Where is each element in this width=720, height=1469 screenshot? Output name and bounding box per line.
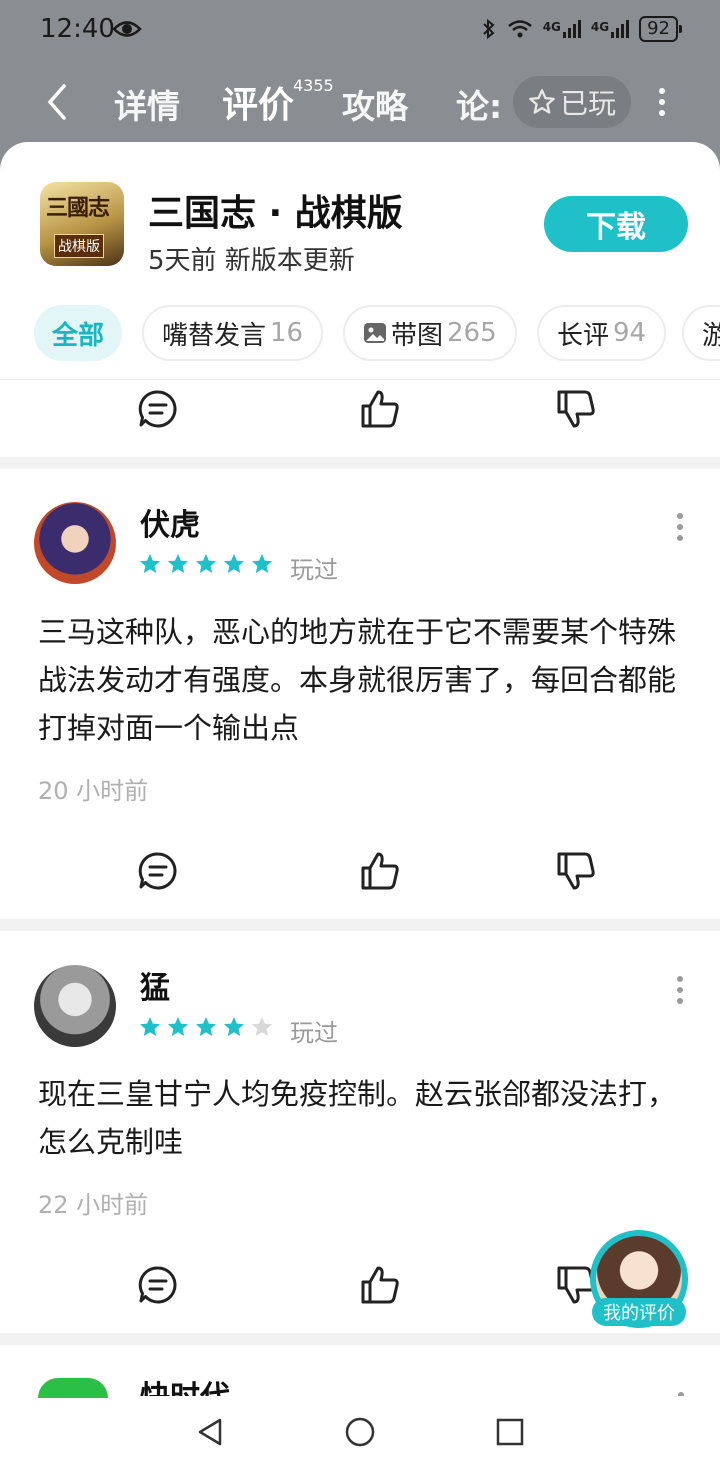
network-label-1: 4G	[542, 20, 561, 34]
filter-count: 94	[613, 318, 647, 348]
app-title: 三国志 · 战棋版	[148, 193, 403, 234]
filter-more[interactable]: 游	[682, 305, 720, 361]
review-content[interactable]: 现在三皇甘宁人均免疫控制。赵云张郃都没法打，怎么克制哇	[38, 1070, 678, 1166]
back-arrow-icon[interactable]	[42, 82, 72, 122]
tab-guides[interactable]: 攻略	[342, 80, 408, 128]
status-bar: 12:40 4G 4G 92	[0, 0, 720, 62]
more-options-icon[interactable]	[674, 512, 686, 542]
avatar[interactable]	[38, 1378, 108, 1398]
filter-with-images[interactable]: 带图 265	[343, 305, 517, 361]
review-time: 22 小时前	[38, 1191, 149, 1219]
filter-label: 嘴替发言	[162, 320, 267, 351]
battery-indicator: 92	[639, 16, 682, 42]
nav-recents-icon[interactable]	[494, 1416, 526, 1448]
star-icon	[168, 1017, 188, 1036]
played-label: 已玩	[559, 87, 616, 120]
my-review-button[interactable]: 我的评价	[590, 1230, 688, 1328]
filter-count: 265	[447, 318, 497, 348]
nav-back-icon[interactable]	[194, 1416, 226, 1448]
more-options-icon[interactable]	[674, 975, 686, 1005]
filter-label: 长评	[557, 320, 610, 351]
filter-count: 16	[270, 318, 304, 348]
thumbs-up-icon[interactable]	[359, 388, 401, 430]
tab-details[interactable]: 详情	[114, 80, 180, 128]
section-gap	[0, 1333, 720, 1345]
nav-home-icon[interactable]	[344, 1416, 376, 1448]
comment-icon[interactable]	[137, 388, 179, 430]
review-time: 20 小时前	[38, 777, 149, 805]
eye-icon	[112, 21, 142, 37]
thumbs-up-icon[interactable]	[359, 850, 401, 892]
review-content[interactable]: 三马这种队，恶心的地方就在于它不需要某个特殊战法发动才有强度。本身就很厉害了，每…	[38, 608, 678, 752]
signal-icon-2: 4G	[590, 20, 630, 38]
status-right: 4G 4G 92	[481, 16, 682, 42]
review-actions	[0, 850, 720, 900]
system-nav-bar	[0, 1398, 720, 1469]
section-gap	[0, 919, 720, 931]
star-icon	[224, 1017, 244, 1036]
comment-icon[interactable]	[137, 850, 179, 892]
my-review-label: 我的评价	[592, 1298, 686, 1326]
top-nav: 详情 评价 4355 攻略 论: 已玩	[0, 62, 720, 142]
review-actions	[0, 388, 720, 438]
star-icon	[224, 554, 244, 573]
comment-icon[interactable]	[137, 1264, 179, 1306]
image-icon	[364, 323, 386, 343]
network-label-2: 4G	[590, 20, 610, 34]
tab-forum[interactable]: 论:	[456, 80, 502, 128]
avatar[interactable]	[34, 502, 116, 584]
thumbs-up-icon[interactable]	[359, 1264, 401, 1306]
star-icon	[196, 554, 216, 573]
app-icon: 三國志 战棋版	[40, 182, 124, 266]
bluetooth-icon	[482, 18, 495, 40]
section-gap	[0, 457, 720, 469]
wifi-icon	[507, 20, 532, 38]
reviewer-name[interactable]: 猛	[140, 963, 170, 1007]
more-options-icon[interactable]	[678, 1392, 684, 1396]
rating-stars	[138, 552, 274, 576]
rating-stars	[138, 1015, 274, 1039]
play-status: 玩过	[290, 556, 338, 584]
reviewer-name[interactable]: 伏虎	[140, 500, 200, 544]
star-outline-icon	[529, 89, 555, 114]
avatar[interactable]	[34, 965, 116, 1047]
star-icon	[252, 554, 272, 573]
app-icon-subtext: 战棋版	[54, 234, 104, 258]
filter-label: 全部	[52, 320, 105, 351]
filter-chips: 全部 嘴替发言 16 带图 265 长评 94 游	[0, 305, 720, 363]
filter-label: 游	[702, 320, 720, 351]
star-icon	[168, 554, 188, 573]
divider	[0, 379, 720, 380]
review-count: 4355	[293, 76, 334, 95]
star-icon	[140, 1017, 160, 1036]
app-icon-text: 三國志	[46, 196, 110, 221]
thumbs-down-icon[interactable]	[555, 388, 597, 430]
more-vertical-icon[interactable]	[655, 87, 669, 117]
reviewer-name[interactable]: 快时代	[140, 1378, 230, 1396]
star-icon	[140, 554, 160, 573]
filter-long-reviews[interactable]: 长评 94	[537, 305, 667, 361]
play-status: 玩过	[290, 1019, 338, 1047]
star-icon	[196, 1017, 216, 1036]
thumbs-down-icon[interactable]	[555, 850, 597, 892]
signal-icon: 4G	[543, 20, 581, 38]
filter-all[interactable]: 全部	[34, 305, 123, 361]
played-button[interactable]: 已玩	[513, 76, 631, 128]
filter-quotes[interactable]: 嘴替发言 16	[142, 305, 324, 361]
download-button[interactable]: 下载	[544, 196, 688, 252]
status-time: 12:40	[40, 14, 115, 44]
star-empty-icon	[252, 1017, 272, 1036]
filter-label: 带图	[391, 320, 444, 351]
app-update-info: 5天前 新版本更新	[148, 246, 355, 276]
tab-reviews[interactable]: 评价	[222, 76, 294, 128]
